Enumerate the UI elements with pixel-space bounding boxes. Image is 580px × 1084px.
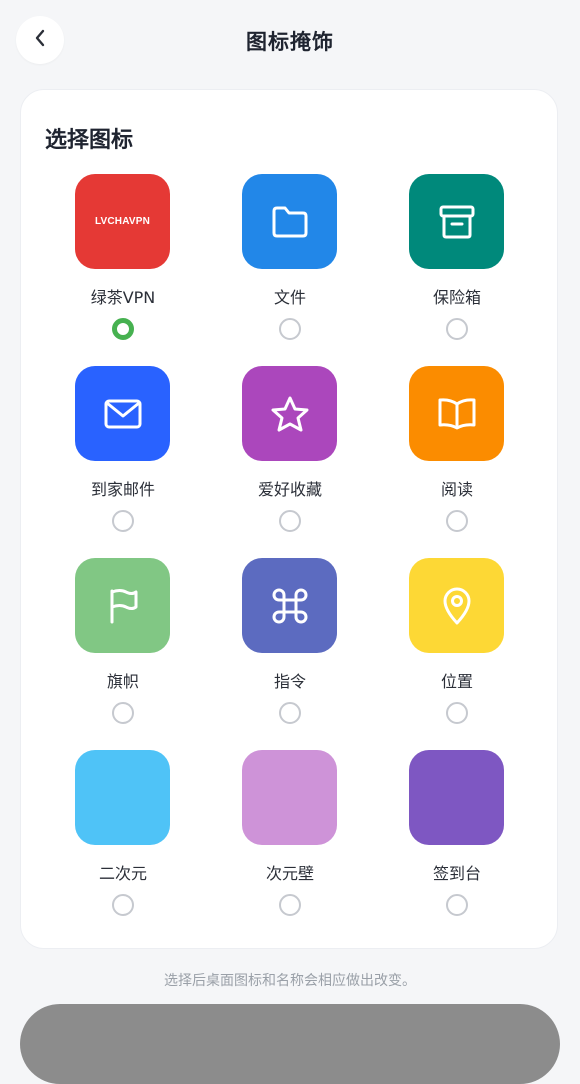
icon-tile[interactable] bbox=[75, 366, 170, 461]
icon-radio[interactable] bbox=[279, 318, 301, 340]
icon-option[interactable]: 旗帜 bbox=[40, 558, 206, 748]
mail-icon bbox=[103, 398, 143, 430]
icon-option[interactable]: 保险箱 bbox=[374, 174, 540, 364]
icon-label: 爱好收藏 bbox=[257, 480, 322, 499]
icon-label: 位置 bbox=[440, 672, 473, 691]
icon-option[interactable]: 次元壁 bbox=[207, 750, 373, 940]
icon-tile[interactable] bbox=[242, 558, 337, 653]
icon-radio[interactable] bbox=[279, 510, 301, 532]
icon-option[interactable]: 文件 bbox=[207, 174, 373, 364]
hint-text: 选择后桌面图标和名称会相应做出改变。 bbox=[164, 973, 416, 989]
flag-icon bbox=[106, 587, 140, 625]
icon-tile[interactable] bbox=[409, 366, 504, 461]
book-icon bbox=[436, 396, 478, 432]
icon-tile[interactable] bbox=[409, 558, 504, 653]
icon-tile[interactable] bbox=[409, 174, 504, 269]
icon-label: 保险箱 bbox=[432, 288, 481, 307]
section-title: 选择图标 bbox=[45, 128, 134, 153]
header: 图标掩饰 bbox=[0, 0, 580, 82]
confirm-button[interactable] bbox=[20, 1004, 560, 1084]
archive-box-icon bbox=[438, 204, 476, 240]
star-icon bbox=[270, 395, 310, 433]
icon-option[interactable]: 指令 bbox=[207, 558, 373, 748]
icon-radio[interactable] bbox=[279, 894, 301, 916]
icon-selection-card: 选择图标 LVCHAVPN 绿茶VPN 文件 保险箱 到家邮件 爱好收藏 阅读 … bbox=[20, 89, 558, 949]
icon-option[interactable]: 位置 bbox=[374, 558, 540, 748]
icon-label: 到家邮件 bbox=[90, 480, 155, 499]
icon-label: 阅读 bbox=[440, 480, 473, 499]
page-title: 图标掩饰 bbox=[246, 30, 334, 54]
icon-option[interactable]: LVCHAVPN 绿茶VPN bbox=[40, 174, 206, 364]
icon-option[interactable]: 到家邮件 bbox=[40, 366, 206, 556]
icon-tile[interactable] bbox=[242, 366, 337, 461]
icon-radio[interactable] bbox=[279, 702, 301, 724]
icon-tile[interactable] bbox=[75, 558, 170, 653]
icon-radio[interactable] bbox=[446, 510, 468, 532]
icon-tile[interactable] bbox=[242, 750, 337, 845]
icon-label: 文件 bbox=[273, 288, 306, 307]
icon-option[interactable]: 签到台 bbox=[374, 750, 540, 940]
icon-tile[interactable] bbox=[75, 750, 170, 845]
icon-label: 二次元 bbox=[98, 864, 147, 883]
icon-tile[interactable] bbox=[242, 174, 337, 269]
location-pin-icon bbox=[441, 586, 473, 626]
icon-label: 旗帜 bbox=[106, 672, 139, 691]
icon-label: 签到台 bbox=[432, 864, 481, 883]
folder-icon bbox=[270, 205, 310, 239]
icon-label: 指令 bbox=[273, 672, 306, 691]
icon-radio[interactable] bbox=[446, 894, 468, 916]
icon-tile[interactable] bbox=[409, 750, 504, 845]
icon-radio[interactable] bbox=[446, 702, 468, 724]
lvchavpn-logo: LVCHAVPN bbox=[94, 216, 151, 227]
icon-radio[interactable] bbox=[112, 510, 134, 532]
icon-option[interactable]: 阅读 bbox=[374, 366, 540, 556]
icon-radio[interactable] bbox=[112, 318, 134, 340]
icon-label: 绿茶VPN bbox=[90, 288, 156, 307]
icon-label: 次元壁 bbox=[265, 864, 314, 883]
icon-tile[interactable]: LVCHAVPN bbox=[75, 174, 170, 269]
icon-option[interactable]: 爱好收藏 bbox=[207, 366, 373, 556]
icon-radio[interactable] bbox=[112, 702, 134, 724]
icon-radio[interactable] bbox=[446, 318, 468, 340]
icon-option[interactable]: 二次元 bbox=[40, 750, 206, 940]
icon-radio[interactable] bbox=[112, 894, 134, 916]
command-icon bbox=[271, 587, 309, 625]
